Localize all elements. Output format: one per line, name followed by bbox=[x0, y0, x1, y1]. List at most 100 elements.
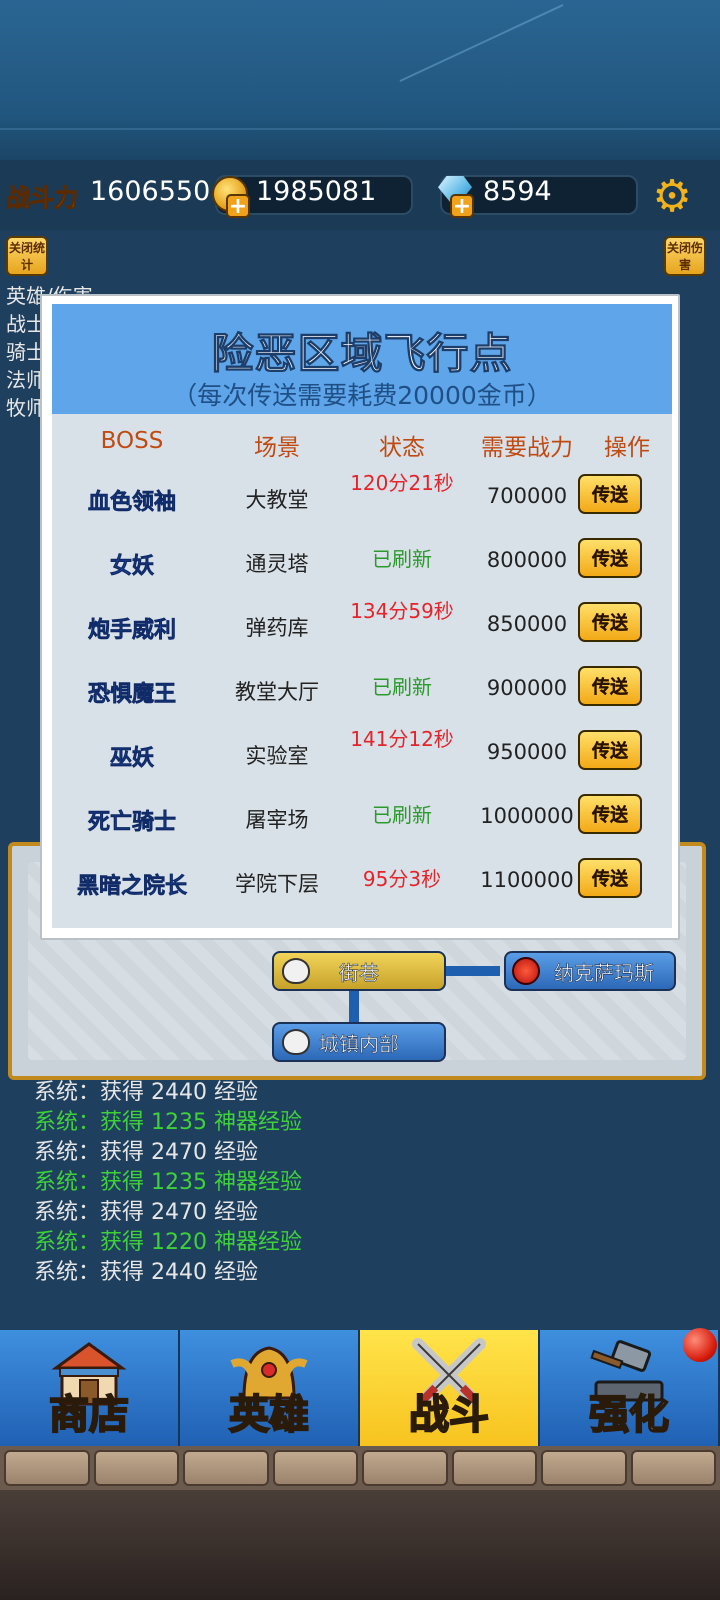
stone-border bbox=[0, 1446, 720, 1490]
log-line: 系统：获得 2440 经验 bbox=[34, 1080, 258, 1105]
combat-power-label: 战斗力 bbox=[6, 184, 79, 213]
flight-point-dialog: 险恶区域飞行点 （每次传送需要耗费20000金币） BOSS 场景 状态 需要战… bbox=[40, 294, 680, 940]
boss-table: BOSS 场景 状态 需要战力 操作 血色领袖 大教堂 120分21秒 7000… bbox=[52, 414, 672, 928]
required-power: 800000 bbox=[486, 548, 568, 572]
boss-name: 巫妖 bbox=[109, 746, 155, 772]
column-header-scene: 场景 bbox=[254, 435, 300, 461]
tab-label: 英雄 bbox=[228, 1391, 310, 1439]
gold-value: 1985081 bbox=[256, 176, 377, 207]
add-gem-icon[interactable]: + bbox=[450, 194, 474, 218]
table-row: 血色领袖 大教堂 120分21秒 700000 传送 bbox=[52, 464, 672, 528]
tab-label: 商店 bbox=[48, 1391, 130, 1439]
tree-icon bbox=[282, 1029, 310, 1055]
required-power: 850000 bbox=[486, 612, 568, 636]
log-line: 系统：获得 1220 神器经验 bbox=[34, 1230, 302, 1255]
sky-background bbox=[0, 0, 720, 160]
required-power: 1100000 bbox=[480, 868, 574, 892]
close-damage-button[interactable]: 关闭伤害 bbox=[664, 236, 706, 276]
ground bbox=[0, 1490, 720, 1600]
log-line: 系统：获得 1235 神器经验 bbox=[34, 1110, 302, 1135]
table-row: 炮手威利 弹药库 134分59秒 850000 传送 bbox=[52, 592, 672, 656]
stone-block bbox=[451, 1450, 537, 1486]
scene-name: 实验室 bbox=[245, 744, 309, 768]
scene-name: 弹药库 bbox=[245, 616, 309, 640]
stone-block bbox=[93, 1450, 179, 1486]
tab-label: 强化 bbox=[588, 1391, 670, 1439]
sky-streak bbox=[0, 128, 720, 130]
map-path bbox=[440, 966, 500, 976]
log-line: 系统：获得 1235 神器经验 bbox=[34, 1170, 302, 1195]
gear-icon[interactable]: ⚙ bbox=[650, 175, 694, 219]
boss-name: 黑暗之院长 bbox=[76, 874, 188, 900]
scene-name: 教堂大厅 bbox=[235, 680, 319, 704]
boss-name: 恐惧魔王 bbox=[87, 682, 177, 708]
stone-block bbox=[4, 1450, 90, 1486]
boss-status: 95分3秒 bbox=[362, 867, 442, 891]
stone-block bbox=[541, 1450, 627, 1486]
scene-name: 通灵塔 bbox=[245, 552, 309, 576]
teleport-button[interactable]: 传送 bbox=[578, 602, 642, 642]
table-row: 死亡骑士 屠宰场 已刷新 1000000 传送 bbox=[52, 784, 672, 848]
combat-power-value: 1606550 bbox=[90, 176, 211, 207]
map-node-street[interactable]: 街巷 bbox=[272, 951, 446, 991]
map-node-label: 街巷 bbox=[339, 960, 380, 985]
table-row: 黑暗之院长 学院下层 95分3秒 1100000 传送 bbox=[52, 848, 672, 912]
boss-status: 已刷新 bbox=[372, 675, 432, 699]
notification-dot bbox=[683, 1328, 717, 1362]
tab-battle[interactable]: 战斗 bbox=[360, 1330, 540, 1450]
stone-block bbox=[183, 1450, 269, 1486]
tree-icon bbox=[282, 958, 310, 984]
table-row: 女妖 通灵塔 已刷新 800000 传送 bbox=[52, 528, 672, 592]
log-line: 系统：获得 2470 经验 bbox=[34, 1140, 258, 1165]
dialog-title: 险恶区域飞行点 bbox=[211, 329, 513, 379]
boss-name: 死亡骑士 bbox=[87, 810, 177, 836]
boss-name: 血色领袖 bbox=[87, 490, 177, 516]
column-header-boss: BOSS bbox=[100, 428, 164, 454]
teleport-button[interactable]: 传送 bbox=[578, 730, 642, 770]
stone-block bbox=[272, 1450, 358, 1486]
boss-status: 已刷新 bbox=[372, 803, 432, 827]
boss-name: 女妖 bbox=[109, 554, 155, 580]
scene-name: 大教堂 bbox=[245, 488, 309, 512]
column-header-status: 状态 bbox=[379, 435, 425, 461]
close-stats-button[interactable]: 关闭统计 bbox=[6, 236, 48, 276]
map-node-boss[interactable]: 纳克萨玛斯 bbox=[504, 951, 676, 991]
boss-status: 141分12秒 bbox=[350, 727, 454, 751]
required-power: 900000 bbox=[486, 676, 568, 700]
table-row: 恐惧魔王 教堂大厅 已刷新 900000 传送 bbox=[52, 656, 672, 720]
boss-status: 120分21秒 bbox=[350, 471, 454, 495]
column-header-power: 需要战力 bbox=[481, 435, 573, 461]
tab-label: 战斗 bbox=[408, 1391, 490, 1439]
bottom-nav: 商店 英雄 战斗 强化 bbox=[0, 1330, 720, 1450]
system-log: 系统：获得 2440 经验 系统：获得 1235 神器经验 系统：获得 2470… bbox=[34, 1078, 302, 1288]
column-header-action: 操作 bbox=[604, 435, 650, 461]
add-gold-icon[interactable]: + bbox=[226, 194, 250, 218]
scene-name: 学院下层 bbox=[235, 872, 319, 896]
stone-block bbox=[630, 1450, 716, 1486]
map-node-town[interactable]: 城镇内部 bbox=[272, 1022, 446, 1062]
dialog-subtitle: （每次传送需要耗费20000金币） bbox=[172, 381, 552, 410]
log-line: 系统：获得 2440 经验 bbox=[34, 1260, 258, 1285]
tab-hero[interactable]: 英雄 bbox=[180, 1330, 360, 1450]
demon-icon bbox=[512, 957, 540, 985]
teleport-button[interactable]: 传送 bbox=[578, 538, 642, 578]
required-power: 1000000 bbox=[480, 804, 574, 828]
gem-value: 8594 bbox=[483, 176, 552, 207]
required-power: 950000 bbox=[486, 740, 568, 764]
map-node-label: 城镇内部 bbox=[319, 1031, 400, 1056]
map-node-label: 纳克萨玛斯 bbox=[554, 960, 655, 985]
scene-name: 屠宰场 bbox=[245, 808, 309, 832]
sky-streak bbox=[399, 4, 564, 82]
teleport-button[interactable]: 传送 bbox=[578, 858, 642, 898]
tab-shop[interactable]: 商店 bbox=[0, 1330, 180, 1450]
dialog-header: 险恶区域飞行点 （每次传送需要耗费20000金币） bbox=[52, 304, 672, 414]
boss-status: 已刷新 bbox=[372, 547, 432, 571]
required-power: 700000 bbox=[486, 484, 568, 508]
boss-status: 134分59秒 bbox=[350, 599, 454, 623]
teleport-button[interactable]: 传送 bbox=[578, 474, 642, 514]
teleport-button[interactable]: 传送 bbox=[578, 666, 642, 706]
stone-block bbox=[362, 1450, 448, 1486]
table-row: 巫妖 实验室 141分12秒 950000 传送 bbox=[52, 720, 672, 784]
teleport-button[interactable]: 传送 bbox=[578, 794, 642, 834]
boss-name: 炮手威利 bbox=[87, 618, 177, 644]
